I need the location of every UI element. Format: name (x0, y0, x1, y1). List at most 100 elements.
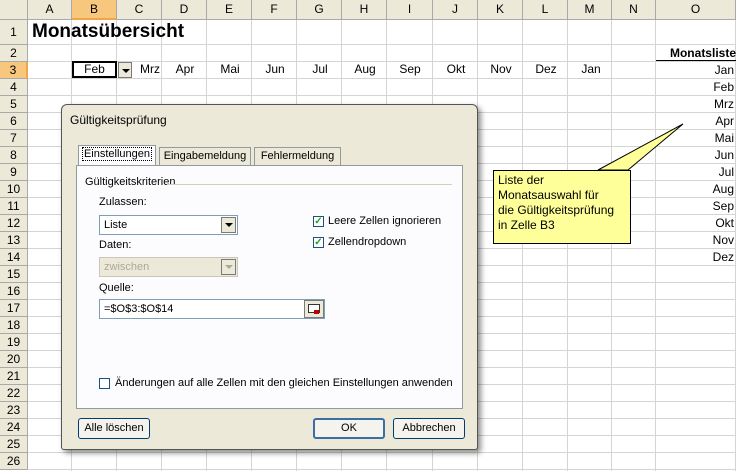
row-header-14[interactable]: 14 (0, 249, 28, 266)
active-cell-b3[interactable]: Feb (72, 61, 117, 78)
list-month-cell[interactable]: Jan (656, 63, 734, 77)
column-header-f[interactable]: F (252, 0, 297, 20)
allow-select[interactable]: Liste (99, 215, 238, 235)
row-header-15[interactable]: 15 (0, 266, 28, 283)
row3-month-cell[interactable]: Okt (433, 62, 479, 76)
grid-hline (28, 78, 736, 79)
callout-line: Liste der (498, 173, 545, 187)
grid-vline (611, 20, 612, 471)
tab-einstellungen[interactable]: Einstellungen (78, 145, 156, 166)
row3-month-cell[interactable]: Dez (523, 62, 569, 76)
list-month-cell[interactable]: Dez (656, 250, 734, 264)
callout-line: in Zelle B3 (498, 218, 555, 232)
dialog-title: Gültigkeitsprüfung (70, 113, 167, 127)
range-select-icon[interactable] (304, 300, 324, 318)
column-header-i[interactable]: I (387, 0, 433, 20)
ignore-blank-checkbox[interactable]: ✓ (313, 216, 324, 227)
row-header-5[interactable]: 5 (0, 96, 28, 113)
tab-eingabemeldung[interactable]: Eingabemeldung (159, 147, 251, 165)
list-month-cell[interactable]: Okt (656, 216, 734, 230)
apply-all-label: Änderungen auf alle Zellen mit den gleic… (115, 377, 453, 389)
callout-pointer (597, 123, 684, 171)
allow-label: Zulassen: (99, 196, 147, 208)
clear-all-button[interactable]: Alle löschen (78, 418, 150, 439)
row3-month-cell[interactable]: Sep (387, 62, 433, 76)
column-header-k[interactable]: K (478, 0, 523, 20)
row-header-7[interactable]: 7 (0, 130, 28, 147)
callout-line: Monatsauswahl für (498, 188, 599, 202)
callout-note: Liste der Monatsauswahl für die Gültigke… (493, 170, 631, 244)
row-header-21[interactable]: 21 (0, 368, 28, 385)
column-header-d[interactable]: D (162, 0, 207, 20)
row-header-13[interactable]: 13 (0, 232, 28, 249)
column-header-e[interactable]: E (207, 0, 252, 20)
allow-value: Liste (104, 219, 128, 231)
column-header-m[interactable]: M (568, 0, 612, 20)
grid-vline (567, 20, 568, 471)
row-header-10[interactable]: 10 (0, 181, 28, 198)
row-header-12[interactable]: 12 (0, 215, 28, 232)
callout-pointer-joint (494, 171, 554, 173)
cell-dropdown-checkbox[interactable]: ✓ (313, 237, 324, 248)
row3-month-cell[interactable]: Mai (207, 62, 253, 76)
row-header-19[interactable]: 19 (0, 334, 28, 351)
row3-month-cell[interactable]: Jul (297, 62, 343, 76)
list-month-cell[interactable]: Sep (656, 199, 734, 213)
row3-month-cell[interactable]: Jun (252, 62, 298, 76)
row3-month-cell[interactable]: Jan (568, 62, 614, 76)
list-month-cell[interactable]: Aug (656, 182, 734, 196)
row-header-26[interactable]: 26 (0, 453, 28, 470)
source-input[interactable]: =$O$3:$O$14 (99, 299, 325, 319)
list-month-cell[interactable]: Mrz (656, 97, 734, 111)
column-header-n[interactable]: N (612, 0, 656, 20)
grid-vline (522, 20, 523, 471)
callout-line: die Gültigkeitsprüfung (498, 203, 615, 217)
row-header-25[interactable]: 25 (0, 436, 28, 453)
column-header-g[interactable]: G (297, 0, 342, 20)
row-header-17[interactable]: 17 (0, 300, 28, 317)
dropdown-arrow-icon[interactable] (221, 217, 236, 233)
grid-hline (28, 469, 736, 470)
column-header-c[interactable]: C (117, 0, 162, 20)
cancel-button[interactable]: Abbrechen (393, 418, 465, 439)
apply-all-checkbox[interactable]: ✓ (99, 378, 110, 389)
data-label: Daten: (99, 239, 132, 251)
list-month-cell[interactable]: Nov (656, 233, 734, 247)
row3-month-cell[interactable]: Nov (478, 62, 524, 76)
row-header-16[interactable]: 16 (0, 283, 28, 300)
tab-fehlermeldung[interactable]: Fehlermeldung (254, 147, 341, 165)
row-header-20[interactable]: 20 (0, 351, 28, 368)
column-header-h[interactable]: H (342, 0, 387, 20)
row3-month-cell[interactable]: Apr (162, 62, 208, 76)
data-value: zwischen (104, 261, 150, 273)
row-header-8[interactable]: 8 (0, 147, 28, 164)
row-header-24[interactable]: 24 (0, 419, 28, 436)
list-month-cell[interactable]: Feb (656, 80, 734, 94)
row-header-1[interactable]: 1 (0, 20, 28, 45)
row-header-9[interactable]: 9 (0, 164, 28, 181)
row-header-3[interactable]: 3 (0, 62, 28, 79)
row-header-18[interactable]: 18 (0, 317, 28, 334)
column-header-o[interactable]: O (656, 0, 736, 20)
data-select: zwischen (99, 257, 238, 277)
grid-hline (28, 95, 736, 96)
cell-dropdown-label: Zellendropdown (328, 236, 407, 248)
column-header-a[interactable]: A (28, 0, 72, 20)
column-header-j[interactable]: J (433, 0, 478, 20)
row-header-11[interactable]: 11 (0, 198, 28, 215)
ok-button[interactable]: OK (313, 418, 385, 439)
row-header-2[interactable]: 2 (0, 45, 28, 62)
select-all-corner[interactable] (0, 0, 28, 20)
column-header-b[interactable]: B (72, 0, 117, 20)
ignore-blank-label: Leere Zellen ignorieren (328, 215, 442, 227)
tab-label: Einstellungen (81, 147, 153, 161)
group-label: Gültigkeitskriterien (85, 176, 176, 188)
dropdown-arrow-icon (221, 259, 236, 275)
row-header-4[interactable]: 4 (0, 79, 28, 96)
column-header-l[interactable]: L (523, 0, 568, 20)
row3-month-cell[interactable]: Aug (342, 62, 388, 76)
row-header-23[interactable]: 23 (0, 402, 28, 419)
group-divider (167, 184, 452, 185)
row-header-22[interactable]: 22 (0, 385, 28, 402)
row-header-6[interactable]: 6 (0, 113, 28, 130)
